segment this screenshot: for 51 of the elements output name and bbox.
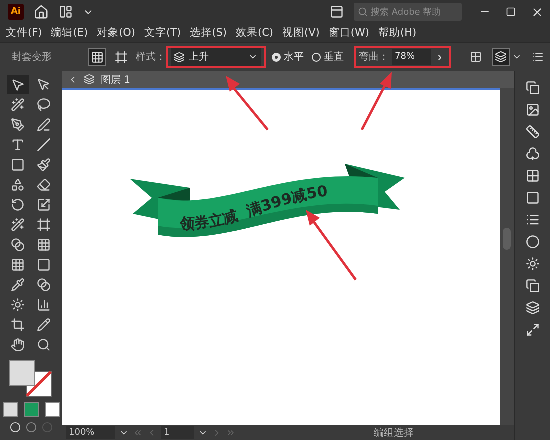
fill-stroke-icon[interactable] — [9, 360, 53, 398]
search-icon — [358, 7, 368, 17]
panel-icon[interactable] — [330, 5, 344, 19]
isolate-button[interactable] — [492, 48, 510, 66]
zoom-field[interactable]: 100% — [66, 426, 115, 439]
menu-item[interactable]: 对象(O) — [97, 26, 136, 40]
orientation-radio[interactable]: 水平 — [272, 50, 304, 64]
document-tab[interactable]: 图层 1 — [101, 72, 131, 86]
scrollbar-thumb[interactable] — [503, 228, 511, 250]
bend-field[interactable]: 78% — [392, 49, 431, 65]
draw-normal-icon[interactable] — [10, 422, 20, 433]
menu-item[interactable]: 文件(F) — [6, 26, 42, 40]
status-text: 编组选择 — [374, 426, 414, 440]
page-field[interactable]: 1 — [161, 426, 194, 439]
grid-icon — [90, 50, 104, 64]
layers-icon[interactable] — [526, 301, 540, 315]
home-icon[interactable] — [34, 4, 49, 20]
style-dropdown[interactable]: 上升 — [171, 48, 261, 66]
draw-behind-icon[interactable] — [26, 422, 36, 433]
image-icon[interactable] — [526, 103, 540, 117]
menu-item[interactable]: 文字(T) — [144, 26, 182, 40]
gradient-swatch[interactable] — [24, 402, 38, 417]
app-logo: Ai — [8, 4, 24, 20]
warp-mode-button[interactable] — [88, 48, 106, 66]
bend-label: 弯曲： — [359, 50, 389, 64]
menu-item[interactable]: 效果(C) — [236, 26, 274, 40]
menu-item[interactable]: 窗口(W) — [328, 26, 370, 40]
none-swatch[interactable] — [44, 402, 60, 417]
maximize-icon — [506, 7, 516, 17]
workspace-icon[interactable] — [59, 5, 73, 19]
menu-item[interactable]: 编辑(E) — [51, 26, 88, 40]
style-label: 样式： — [136, 50, 166, 64]
annotation-arrow — [306, 210, 358, 281]
menu-item[interactable]: 帮助(H) — [378, 26, 417, 40]
close-icon — [530, 6, 544, 18]
menu-item[interactable]: 视图(V) — [282, 26, 320, 40]
color-swatch[interactable] — [2, 402, 18, 417]
next-button[interactable]: › — [434, 49, 446, 65]
layers-icon — [495, 51, 507, 63]
club-icon[interactable] — [526, 147, 540, 161]
layers-icon — [84, 74, 95, 85]
frame-icon — [114, 50, 128, 64]
orientation-radio[interactable]: 垂直 — [312, 50, 344, 64]
menu-item[interactable]: 选择(S) — [190, 26, 227, 40]
annotation-arrow — [226, 76, 269, 131]
envelope-label: 封套变形 — [12, 50, 52, 64]
align-icon[interactable] — [470, 51, 482, 63]
banner-text: 领券立减 满399减50 — [180, 182, 329, 233]
annotation-arrow — [360, 72, 392, 131]
grid-icon[interactable] — [526, 169, 540, 183]
sun-icon[interactable] — [526, 257, 540, 271]
